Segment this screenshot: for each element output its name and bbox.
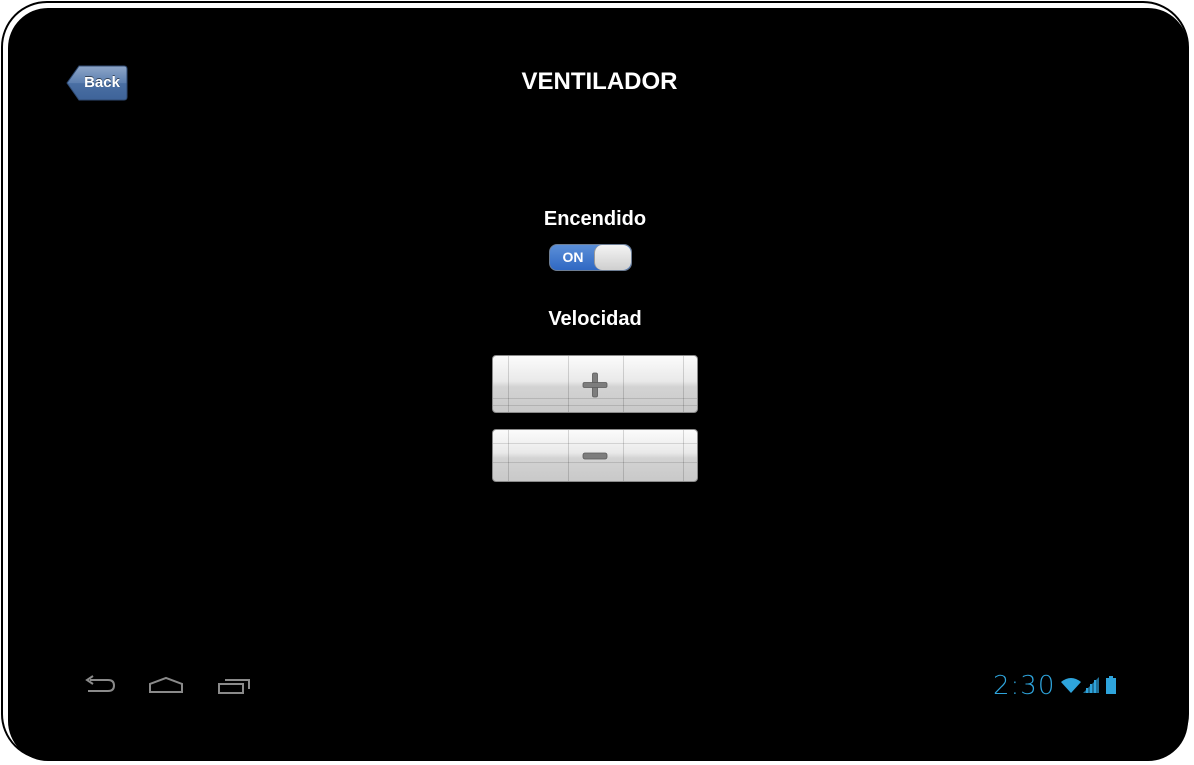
divider [683, 356, 684, 412]
divider [623, 356, 624, 412]
divider [493, 398, 697, 399]
home-icon[interactable] [148, 674, 184, 696]
power-toggle-state: ON [562, 249, 584, 265]
tablet-frame: Back VENTILADOR Encendido ON Velocidad 2… [1, 1, 1189, 761]
divider [683, 430, 684, 481]
speed-decrease-button[interactable] [492, 429, 698, 482]
minus-icon [582, 452, 608, 460]
divider [493, 443, 697, 444]
speed-label: Velocidad [548, 308, 642, 330]
power-toggle[interactable]: ON [549, 244, 632, 271]
divider [568, 356, 569, 412]
power-toggle-knob [594, 245, 631, 270]
divider [508, 430, 509, 481]
plus-icon [582, 372, 608, 398]
divider [493, 462, 697, 463]
speed-increase-button[interactable] [492, 355, 698, 413]
recent-apps-icon[interactable] [216, 674, 252, 696]
wifi-icon [1061, 678, 1081, 693]
signal-icon [1083, 677, 1099, 693]
back-arrow-icon[interactable] [82, 674, 118, 696]
page-title: VENTILADOR [521, 68, 678, 95]
status-time: 2:30 [993, 671, 1056, 701]
divider [623, 430, 624, 481]
screen: Back VENTILADOR Encendido ON Velocidad 2… [8, 8, 1188, 761]
power-label: Encendido [543, 208, 647, 230]
divider [493, 405, 697, 406]
divider [508, 356, 509, 412]
divider [568, 430, 569, 481]
battery-icon [1106, 676, 1116, 694]
